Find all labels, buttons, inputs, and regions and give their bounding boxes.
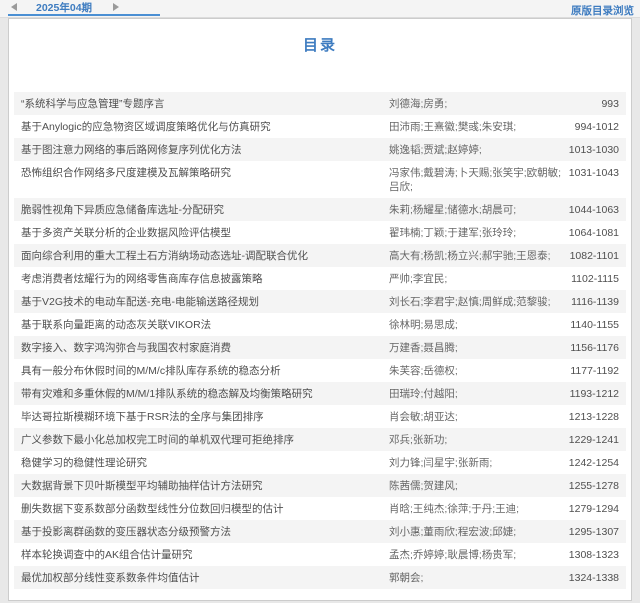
entry-pages: 1013-1030 — [564, 143, 619, 157]
entry-title[interactable]: 恐怖组织合作网络多尺度建模及瓦解策略研究 — [21, 166, 389, 180]
entry-title[interactable]: 大数据背景下贝叶斯模型平均辅助抽样估计方法研究 — [21, 479, 389, 493]
toc-entry: 广义参数下最小化总加权完工时间的单机双代理可拒绝排序 邓兵;张新功; 1229-… — [14, 428, 626, 451]
entry-pages: 1102-1115 — [564, 272, 619, 286]
entry-pages: 1255-1278 — [564, 479, 619, 493]
toc-entry: 基于多资产关联分析的企业数据风险评估模型 翟玮楠;丁颖;于建军;张玲玲; 106… — [14, 221, 626, 244]
toc-entry: 基于Anylogic的应急物资区域调度策略优化与仿真研究 田沛雨;王熹徽;樊彧;… — [14, 115, 626, 138]
toc-panel: 目录 “系统科学与应急管理”专题序言 刘德海;房勇; 993 基于Anylogi… — [8, 18, 632, 601]
entry-pages: 1044-1063 — [564, 203, 619, 217]
entry-pages: 1279-1294 — [564, 502, 619, 516]
entry-pages: 1295-1307 — [564, 525, 619, 539]
entry-title[interactable]: 毕达哥拉斯模糊环境下基于RSR法的全序与集团排序 — [21, 410, 389, 424]
entry-pages: 1229-1241 — [564, 433, 619, 447]
toc-entry: 考虑消费者炫耀行为的网络零售商库存信息披露策略 严帅;李宜民; 1102-111… — [14, 267, 626, 290]
toc-entry: “系统科学与应急管理”专题序言 刘德海;房勇; 993 — [14, 92, 626, 115]
toc-entry: 基于投影离群函数的变压器状态分级预警方法 刘小惠;董雨欣;程宏波;邱婕; 129… — [14, 520, 626, 543]
entry-authors: 刘德海;房勇; — [389, 97, 564, 111]
entry-authors: 姚逸韬;贾斌;赵婷婷; — [389, 143, 564, 157]
toc-entry: 具有一般分布休假时间的M/M/c排队库存系统的稳态分析 朱芙容;岳德权; 117… — [14, 359, 626, 382]
entry-pages: 1140-1155 — [564, 318, 619, 332]
entry-authors: 肖会敏;胡亚达; — [389, 410, 564, 424]
entry-title[interactable]: 删失数据下变系数部分函数型线性分位数回归模型的估计 — [21, 502, 389, 516]
right-triangle-icon — [113, 3, 119, 11]
entry-pages: 1082-1101 — [564, 249, 619, 263]
top-bar: 2025年04期 原版目录浏览 — [0, 0, 640, 18]
entry-title[interactable]: 基于图注意力网络的事后路网修复序列优化方法 — [21, 143, 389, 157]
entry-authors: 翟玮楠;丁颖;于建军;张玲玲; — [389, 226, 564, 240]
prev-issue-button[interactable] — [8, 1, 20, 13]
entry-authors: 陈茜儒;贺建风; — [389, 479, 564, 493]
entry-title[interactable]: “系统科学与应急管理”专题序言 — [21, 97, 389, 111]
toc-entry: 大数据背景下贝叶斯模型平均辅助抽样估计方法研究 陈茜儒;贺建风; 1255-12… — [14, 474, 626, 497]
entry-authors: 邓兵;张新功; — [389, 433, 564, 447]
entry-title[interactable]: 面向综合利用的重大工程土石方消纳场动态选址-调配联合优化 — [21, 249, 389, 263]
entry-authors: 郭朝会; — [389, 571, 564, 585]
entry-pages: 1213-1228 — [564, 410, 619, 424]
entry-authors: 刘小惠;董雨欣;程宏波;邱婕; — [389, 525, 564, 539]
entry-title[interactable]: 基于多资产关联分析的企业数据风险评估模型 — [21, 226, 389, 240]
entry-title[interactable]: 脆弱性视角下异质应急储备库选址-分配研究 — [21, 203, 389, 217]
entry-authors: 朱芙容;岳德权; — [389, 364, 564, 378]
entry-authors: 朱莉;杨耀星;储德水;胡晨可; — [389, 203, 564, 217]
toc-entry: 恐怖组织合作网络多尺度建模及瓦解策略研究 冯家伟;戴碧涛;卜天赐;张笑宇;欧朝敏… — [14, 161, 626, 198]
entry-title[interactable]: 样本轮换调查中的AK组合估计量研究 — [21, 548, 389, 562]
entry-authors: 严帅;李宜民; — [389, 272, 564, 286]
entry-pages: 1177-1192 — [564, 364, 619, 378]
toc-entry: 带有灾难和多重休假的M/M/1排队系统的稳态解及均衡策略研究 田瑞玲;付越阳; … — [14, 382, 626, 405]
toc-entry: 面向综合利用的重大工程土石方消纳场动态选址-调配联合优化 高大有;杨凯;杨立兴;… — [14, 244, 626, 267]
entry-pages: 1064-1081 — [564, 226, 619, 240]
next-issue-button[interactable] — [110, 1, 122, 13]
entry-pages: 1193-1212 — [564, 387, 619, 401]
entry-title[interactable]: 数字接入、数字鸿沟弥合与我国农村家庭消费 — [21, 341, 389, 355]
entry-title[interactable]: 基于联系向量距离的动态灰关联VIKOR法 — [21, 318, 389, 332]
entry-authors: 田瑞玲;付越阳; — [389, 387, 564, 401]
entry-title[interactable]: 具有一般分布休假时间的M/M/c排队库存系统的稳态分析 — [21, 364, 389, 378]
toc-entry: 基于V2G技术的电动车配送-充电-电能输送路径规划 刘长石;李君宇;赵慎;周鲜成… — [14, 290, 626, 313]
entry-authors: 高大有;杨凯;杨立兴;郝宇驰;王恩泰; — [389, 249, 564, 263]
entry-pages: 1324-1338 — [564, 571, 619, 585]
toc-entry: 基于图注意力网络的事后路网修复序列优化方法 姚逸韬;贾斌;赵婷婷; 1013-1… — [14, 138, 626, 161]
toc-entry: 毕达哥拉斯模糊环境下基于RSR法的全序与集团排序 肖会敏;胡亚达; 1213-1… — [14, 405, 626, 428]
entry-authors: 冯家伟;戴碧涛;卜天赐;张笑宇;欧朝敏;吕欣; — [389, 166, 564, 194]
toc-entry: 稳健学习的稳健性理论研究 刘力锋;闫星宇;张新雨; 1242-1254 — [14, 451, 626, 474]
issue-tab[interactable]: 2025年04期 — [36, 0, 92, 15]
entry-authors: 田沛雨;王熹徽;樊彧;朱安琪; — [389, 120, 564, 134]
entry-pages: 993 — [564, 97, 619, 111]
original-toc-link[interactable]: 原版目录浏览 — [571, 3, 634, 18]
entry-title[interactable]: 考虑消费者炫耀行为的网络零售商库存信息披露策略 — [21, 272, 389, 286]
issue-tab-strip: 2025年04期 — [8, 0, 160, 16]
toc-list: “系统科学与应急管理”专题序言 刘德海;房勇; 993 基于Anylogic的应… — [14, 92, 626, 589]
toc-entry: 脆弱性视角下异质应急储备库选址-分配研究 朱莉;杨耀星;储德水;胡晨可; 104… — [14, 198, 626, 221]
entry-pages: 1031-1043 — [564, 166, 619, 180]
entry-pages: 1156-1176 — [564, 341, 619, 355]
entry-pages: 1308-1323 — [564, 548, 619, 562]
entry-pages: 1242-1254 — [564, 456, 619, 470]
entry-pages: 1116-1139 — [564, 295, 619, 309]
entry-title[interactable]: 稳健学习的稳健性理论研究 — [21, 456, 389, 470]
entry-authors: 肖晗;王纯杰;徐萍;于丹;王迪; — [389, 502, 564, 516]
entry-title[interactable]: 基于Anylogic的应急物资区域调度策略优化与仿真研究 — [21, 120, 389, 134]
entry-authors: 万建香;聂昌腾; — [389, 341, 564, 355]
toc-entry: 最优加权部分线性变系数条件均值估计 郭朝会; 1324-1338 — [14, 566, 626, 589]
toc-entry: 基于联系向量距离的动态灰关联VIKOR法 徐林明;易思成; 1140-1155 — [14, 313, 626, 336]
page-title: 目录 — [9, 34, 631, 55]
entry-title[interactable]: 基于V2G技术的电动车配送-充电-电能输送路径规划 — [21, 295, 389, 309]
entry-pages: 994-1012 — [564, 120, 619, 134]
toc-entry: 数字接入、数字鸿沟弥合与我国农村家庭消费 万建香;聂昌腾; 1156-1176 — [14, 336, 626, 359]
toc-entry: 删失数据下变系数部分函数型线性分位数回归模型的估计 肖晗;王纯杰;徐萍;于丹;王… — [14, 497, 626, 520]
toc-entry: 样本轮换调查中的AK组合估计量研究 孟杰;乔婷婷;耿晨博;杨贵军; 1308-1… — [14, 543, 626, 566]
entry-authors: 孟杰;乔婷婷;耿晨博;杨贵军; — [389, 548, 564, 562]
entry-title[interactable]: 带有灾难和多重休假的M/M/1排队系统的稳态解及均衡策略研究 — [21, 387, 389, 401]
entry-authors: 刘力锋;闫星宇;张新雨; — [389, 456, 564, 470]
entry-title[interactable]: 广义参数下最小化总加权完工时间的单机双代理可拒绝排序 — [21, 433, 389, 447]
entry-authors: 徐林明;易思成; — [389, 318, 564, 332]
entry-authors: 刘长石;李君宇;赵慎;周鲜成;范黎骏; — [389, 295, 564, 309]
entry-title[interactable]: 基于投影离群函数的变压器状态分级预警方法 — [21, 525, 389, 539]
left-triangle-icon — [11, 3, 17, 11]
entry-title[interactable]: 最优加权部分线性变系数条件均值估计 — [21, 571, 389, 585]
